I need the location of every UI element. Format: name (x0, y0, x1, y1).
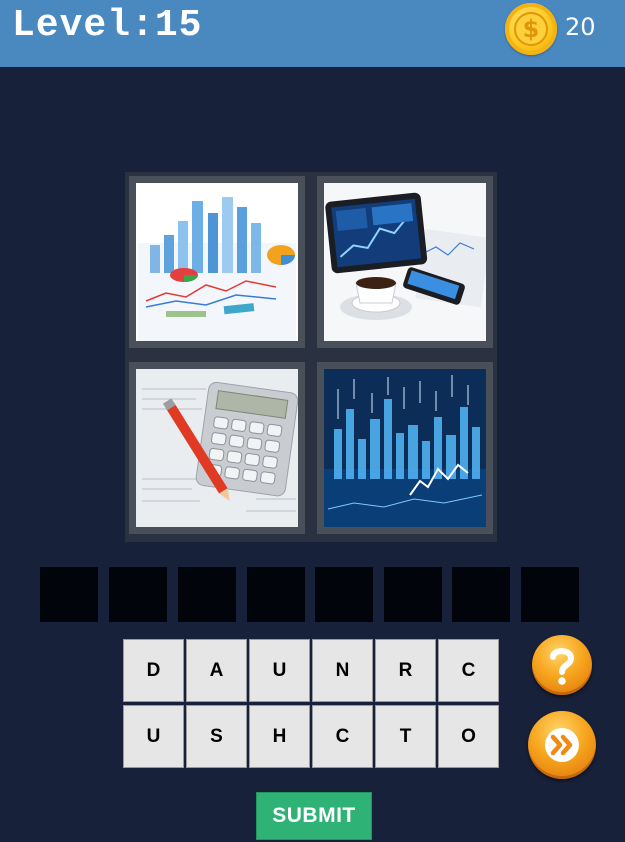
answer-slot-6[interactable] (384, 567, 442, 622)
answer-slot-5[interactable] (315, 567, 373, 622)
answer-slot-4[interactable] (247, 567, 305, 622)
question-mark-icon (532, 635, 592, 695)
answer-slot-3[interactable] (178, 567, 236, 622)
answer-slot-1[interactable] (40, 567, 98, 622)
coin-count: 20 (565, 13, 596, 41)
skip-button[interactable] (528, 711, 596, 779)
letter-key[interactable]: T (375, 705, 436, 768)
letter-key[interactable]: D (123, 639, 184, 702)
picture-tile-1 (129, 176, 305, 348)
submit-button[interactable]: SUBMIT (256, 792, 372, 840)
answer-slot-2[interactable] (109, 567, 167, 622)
letter-key[interactable]: H (249, 705, 310, 768)
blue-stock-chart-image (324, 369, 486, 527)
letter-key[interactable]: O (438, 705, 499, 768)
letter-key[interactable]: N (312, 639, 373, 702)
answer-slot-7[interactable] (452, 567, 510, 622)
level-label: Level:15 (12, 4, 203, 47)
picture-tile-4 (317, 362, 493, 534)
picture-tile-3 (129, 362, 305, 534)
double-chevron-icon (528, 711, 596, 779)
picture-tile-2 (317, 176, 493, 348)
help-button[interactable] (532, 635, 592, 695)
letter-key[interactable]: U (249, 639, 310, 702)
letter-key[interactable]: R (375, 639, 436, 702)
coin-symbol: $ (522, 15, 540, 43)
answer-slot-8[interactable] (521, 567, 579, 622)
bar-chart-buildings-image (136, 183, 298, 341)
letter-key[interactable]: C (438, 639, 499, 702)
picture-grid (125, 172, 497, 542)
top-bar: Level:15 $ 20 (0, 0, 625, 67)
letter-keyboard: D A U N R C U S H C T O (123, 639, 499, 770)
calculator-pencil-image (136, 369, 298, 527)
letter-key[interactable]: A (186, 639, 247, 702)
letter-key[interactable]: U (123, 705, 184, 768)
letter-key[interactable]: S (186, 705, 247, 768)
coin-icon: $ (505, 3, 557, 55)
tablet-coffee-phone-image (324, 183, 486, 341)
letter-key[interactable]: C (312, 705, 373, 768)
